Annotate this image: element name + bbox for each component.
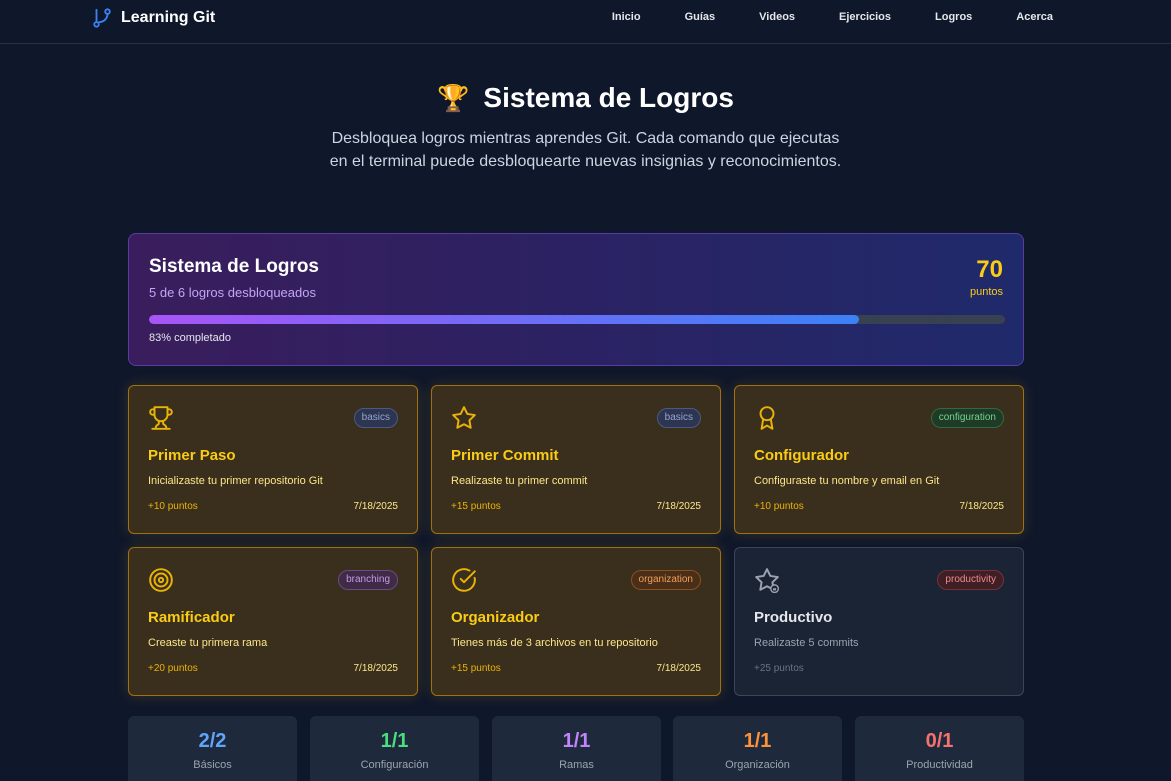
achievement-description: Configuraste tu nombre y email en Git [754,475,940,487]
achievement-title: Configurador [754,447,849,464]
stat-card-ramas: 1/1 Ramas [492,716,661,781]
category-badge: basics [656,408,701,428]
category-badge: productivity [937,570,1004,590]
achievement-date: 7/18/2025 [656,501,702,512]
progress-label: 83% completado [149,332,231,344]
stat-label: Básicos [193,759,232,771]
git-branch-icon [93,8,111,28]
page-description: Desbloquea logros mientras aprendes Git.… [329,130,842,170]
achievement-card-configurador[interactable]: configuration Configurador Configuraste … [734,385,1024,534]
points-total: 70 [976,256,1003,283]
achievement-description: Tienes más de 3 archivos en tu repositor… [451,637,658,649]
check-circle-icon [451,567,477,593]
achievement-description: Realizaste 5 commits [754,637,859,649]
achievement-card-productivo[interactable]: productivity Productivo Realizaste 5 com… [734,547,1024,696]
category-badge: configuration [930,408,1004,428]
stat-value: 1/1 [380,730,409,752]
top-nav: Learning Git Inicio Guías Videos Ejercic… [0,0,1171,44]
achievement-points: +20 puntos [148,663,198,674]
achievement-date: 7/18/2025 [959,501,1005,512]
progress-fill [149,315,860,324]
trophy-icon: 🏆 [437,82,470,113]
stat-label: Productividad [906,759,973,771]
achievement-points: +25 puntos [754,663,804,674]
achievement-title: Ramificador [148,609,235,626]
category-badge: organization [630,570,701,590]
achievement-date: 7/18/2025 [656,663,702,674]
achievement-description: Realizaste tu primer commit [451,475,588,487]
achievement-title: Primer Paso [148,447,236,464]
achievement-points: +15 puntos [451,501,501,512]
stat-label: Organización [725,759,790,771]
stat-card-organizacion: 1/1 Organización [673,716,842,781]
achievement-date: 7/18/2025 [353,501,399,512]
achievements-summary-card: Sistema de Logros 5 de 6 logros desbloqu… [128,233,1024,366]
achievement-points: +10 puntos [754,501,804,512]
stat-value: 1/1 [562,730,591,752]
category-badge: basics [353,408,398,428]
page-title: Sistema de Logros [483,82,734,113]
stat-value: 0/1 [925,730,954,752]
brand-name: Learning Git [121,9,216,26]
category-badge: branching [338,570,398,590]
stat-card-productividad: 0/1 Productividad [855,716,1024,781]
stat-card-basicos: 2/2 Básicos [128,716,297,781]
page-header: 🏆 Sistema de Logros [0,82,1171,114]
achievement-points: +10 puntos [148,501,198,512]
stat-label: Configuración [360,759,429,771]
achievement-card-ramificador[interactable]: branching Ramificador Creaste tu primera… [128,547,418,696]
nav-link-inicio[interactable]: Inicio [612,11,641,23]
nav-link-ejercicios[interactable]: Ejercicios [839,11,891,23]
achievement-title: Primer Commit [451,447,559,464]
progress-bar [149,315,1005,324]
nav-links: Inicio Guías Videos Ejercicios Logros Ac… [612,11,1053,23]
achievement-card-primer-commit[interactable]: basics Primer Commit Realizaste tu prime… [431,385,721,534]
nav-link-videos[interactable]: Videos [759,11,795,23]
brand-logo[interactable]: Learning Git [91,6,215,30]
stat-value: 2/2 [198,730,227,752]
star-icon [451,405,477,431]
nav-link-guias[interactable]: Guías [685,11,716,23]
nav-link-acerca[interactable]: Acerca [1016,11,1053,23]
award-icon [754,405,780,431]
trophy-icon [148,405,174,431]
stat-value: 1/1 [743,730,772,752]
achievement-card-organizador[interactable]: organization Organizador Tienes más de 3… [431,547,721,696]
points-label: puntos [969,286,1003,298]
stat-label: Ramas [559,759,594,771]
stat-card-configuracion: 1/1 Configuración [310,716,479,781]
achievement-card-primer-paso[interactable]: basics Primer Paso Inicializaste tu prim… [128,385,418,534]
summary-subtitle: 5 de 6 logros desbloqueados [149,285,316,300]
achievement-title: Productivo [754,609,833,626]
nav-link-logros[interactable]: Logros [935,11,972,23]
star-locked-icon [754,567,780,594]
achievement-title: Organizador [451,609,540,626]
achievement-description: Creaste tu primera rama [148,637,268,649]
target-icon [148,567,174,593]
summary-title: Sistema de Logros [149,256,319,277]
achievement-description: Inicializaste tu primer repositorio Git [148,475,323,487]
achievement-date: 7/18/2025 [353,663,399,674]
achievement-points: +15 puntos [451,663,501,674]
